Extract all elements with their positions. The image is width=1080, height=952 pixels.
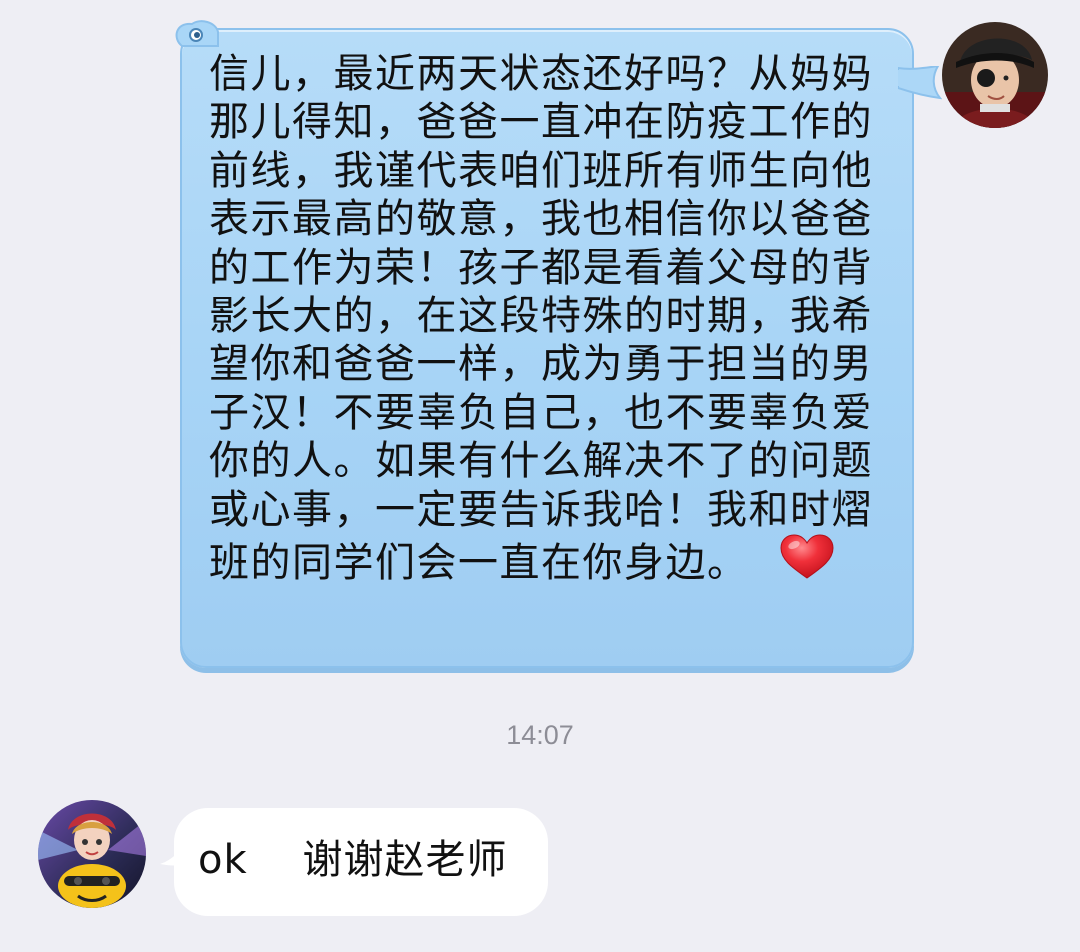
sent-message: 信儿，最近两天状态还好吗？从妈妈那儿得知，爸爸一直冲在防疫工作的前线，我谨代表咱…: [0, 0, 1080, 700]
received-message-text: ok 谢谢赵老师: [198, 837, 508, 883]
message-timestamp: 14:07: [506, 720, 574, 750]
bubble-tail-icon: [898, 66, 942, 100]
sent-message-body: 信儿，最近两天状态还好吗？从妈妈那儿得知，爸爸一直冲在防疫工作的前线，我谨代表咱…: [209, 51, 873, 587]
student-avatar[interactable]: [38, 800, 146, 908]
bubble-tail-icon: [160, 842, 184, 866]
student-avatar-image: [38, 800, 146, 908]
bubble-decoration-icon: [175, 20, 219, 47]
sent-message-bubble[interactable]: 信儿，最近两天状态还好吗？从妈妈那儿得知，爸爸一直冲在防疫工作的前线，我谨代表咱…: [175, 20, 942, 668]
received-message-bubble[interactable]: ok 谢谢赵老师: [160, 808, 548, 916]
teacher-avatar[interactable]: [942, 22, 1048, 128]
teacher-avatar-image: [942, 22, 1048, 128]
heart-icon: [779, 534, 834, 579]
sent-message-text: 信儿，最近两天状态还好吗？从妈妈那儿得知，爸爸一直冲在防疫工作的前线，我谨代表咱…: [209, 50, 886, 587]
